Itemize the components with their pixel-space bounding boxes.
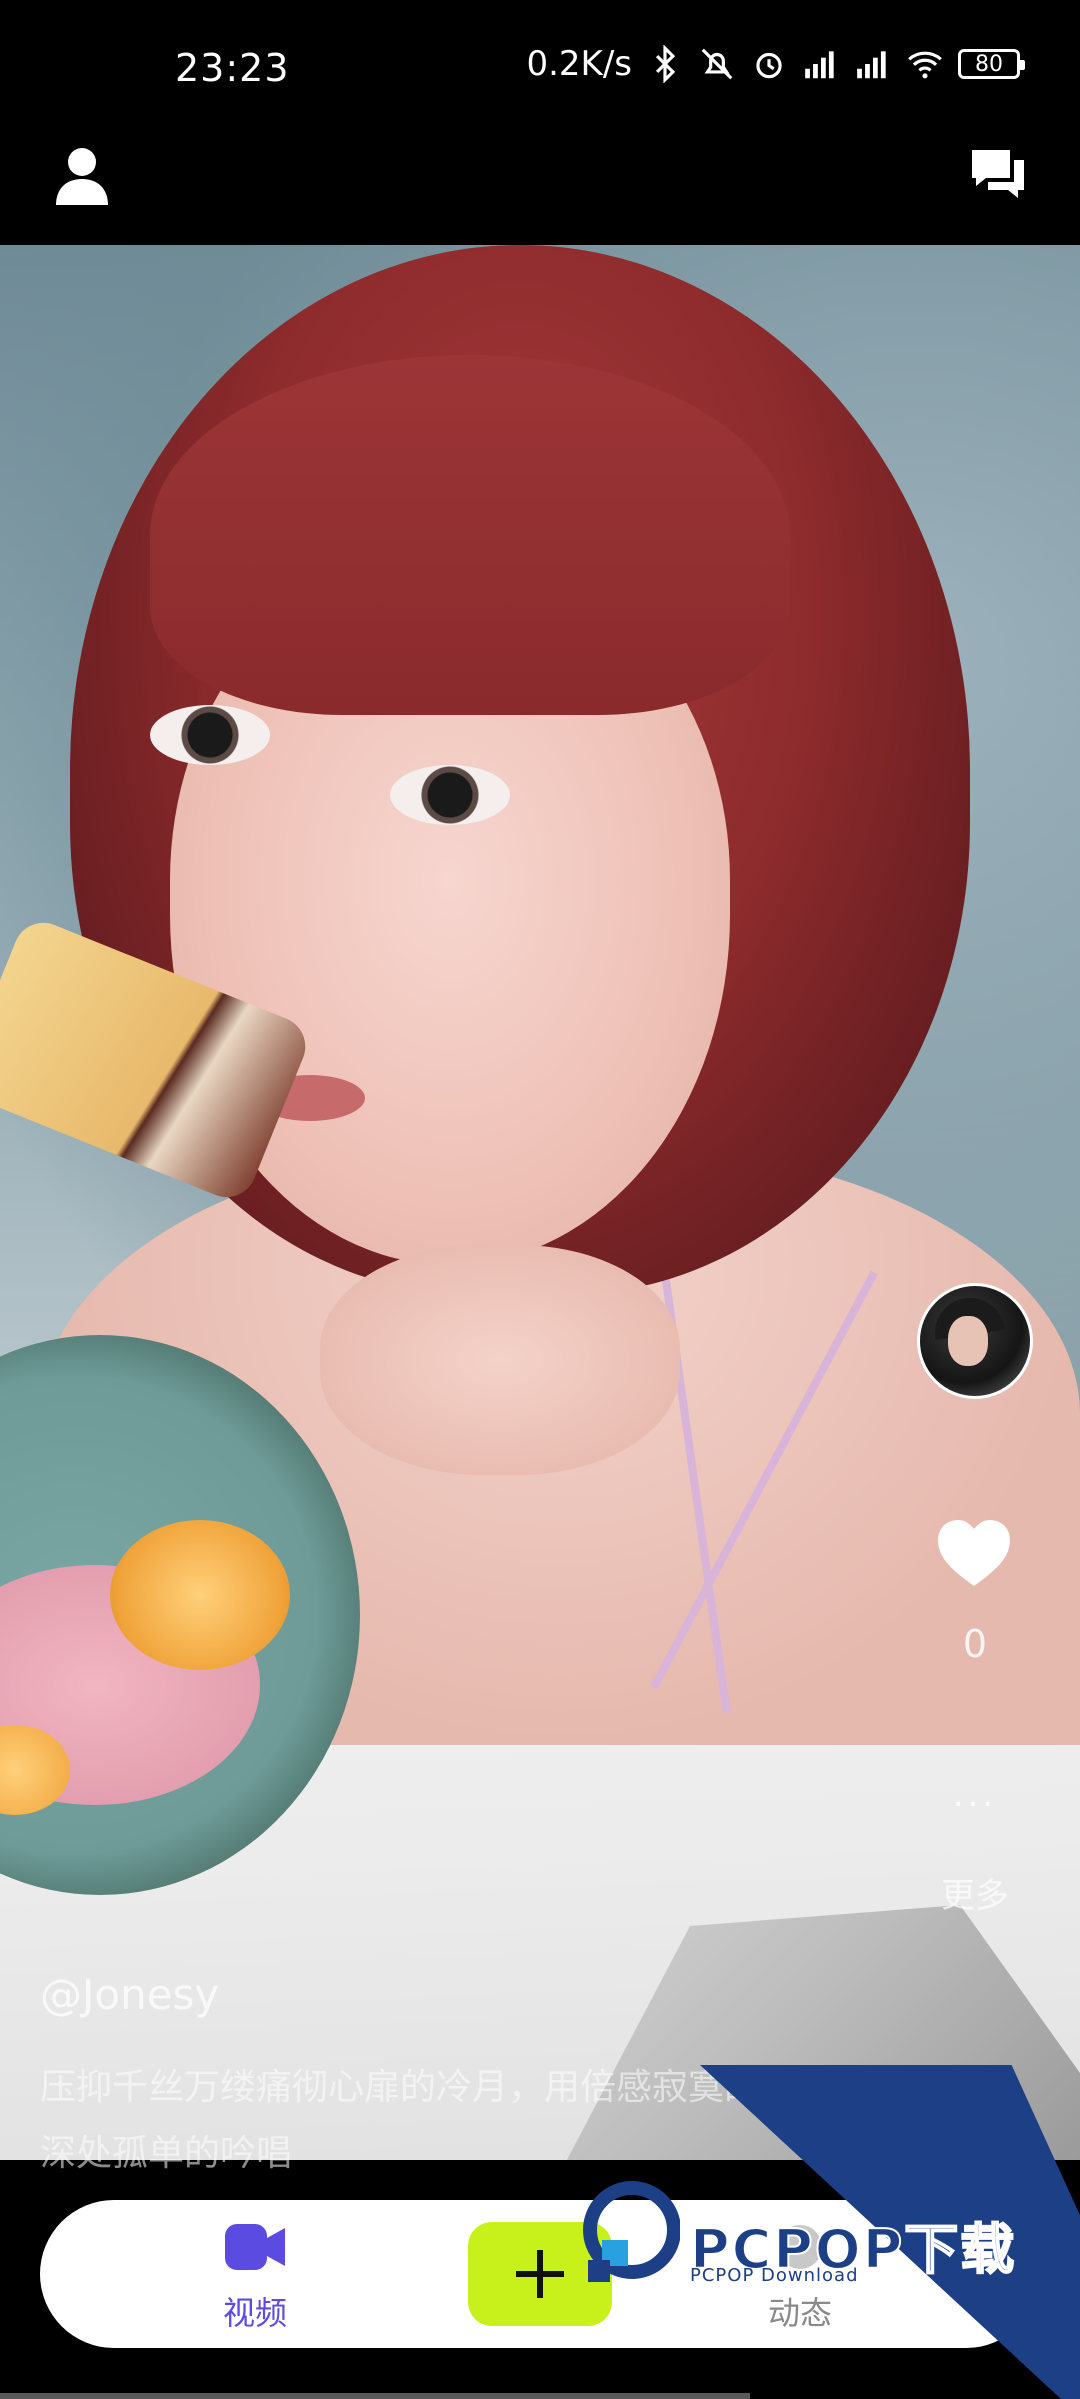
alarm-icon	[756, 52, 782, 79]
battery-icon: 80	[958, 49, 1025, 79]
more-button[interactable]: 更多	[900, 1868, 1050, 1917]
wifi-icon	[908, 51, 942, 79]
plus-icon	[516, 2250, 564, 2298]
heart-icon[interactable]	[936, 1518, 1012, 1588]
signal-hd-icon	[857, 51, 886, 79]
signal-hd-icon	[805, 51, 834, 79]
chat-icon[interactable]	[968, 146, 1028, 206]
tab-video[interactable]: 视频	[185, 2220, 325, 2334]
author-avatar[interactable]	[917, 1283, 1033, 1399]
mute-icon	[701, 48, 733, 80]
watermark-subtext: PCPOP Download	[690, 2265, 859, 2286]
tab-video-label: 视频	[222, 2294, 287, 2332]
watermark-logo-icon	[583, 2181, 680, 2282]
status-time: 23:23	[175, 46, 290, 90]
author-name[interactable]: @Jonesy	[40, 1970, 219, 2019]
bluetooth-icon	[655, 45, 676, 83]
tab-feed-label: 动态	[767, 2294, 832, 2332]
home-indicator	[0, 2393, 750, 2399]
network-speed: 0.2K/s	[526, 44, 632, 84]
video-camera-icon	[225, 2224, 285, 2270]
status-bar: 23:23 0.2K/s 80	[0, 0, 1080, 140]
more-dots-icon[interactable]: ...	[900, 1775, 1050, 1815]
user-icon[interactable]	[54, 145, 110, 207]
status-icons: 0.2K/s 80	[526, 44, 1025, 84]
like-count: 0	[962, 1622, 988, 1666]
app-screen: 23:23 0.2K/s 80 0 ... 更多 @Jonesy 压抑千丝万缕痛…	[0, 0, 1080, 2399]
